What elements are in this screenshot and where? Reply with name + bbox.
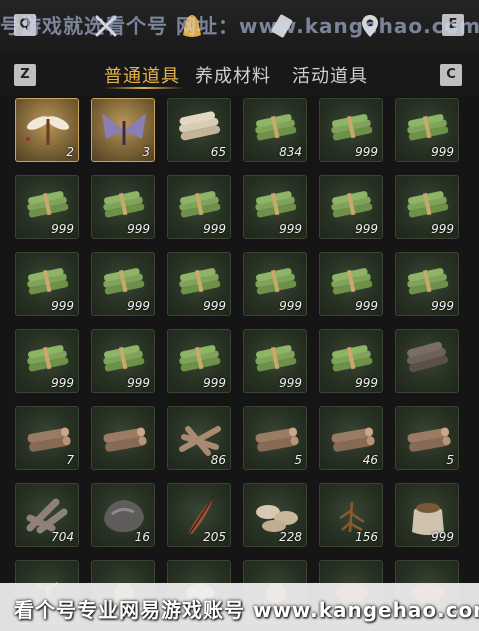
crossed-tools-icon[interactable]	[88, 8, 124, 44]
inventory-slot[interactable]: 5	[243, 406, 307, 470]
inventory-slot[interactable]: 999	[319, 98, 383, 162]
item-quantity: 86	[210, 453, 226, 467]
item-quantity: 999	[51, 376, 74, 390]
inventory-slot[interactable]: 999	[91, 175, 155, 239]
map-pin-icon[interactable]	[352, 8, 388, 44]
item-quantity: 65	[210, 145, 226, 159]
inventory-slot[interactable]: 65	[167, 98, 231, 162]
scroll-icon[interactable]	[264, 8, 300, 44]
item-quantity: 7	[66, 453, 74, 467]
item-quantity: 999	[203, 376, 226, 390]
inventory-slot[interactable]: 999	[167, 329, 231, 393]
item-quantity: 999	[355, 222, 378, 236]
tab-event-items[interactable]: 活动道具	[292, 62, 368, 88]
bag-icon[interactable]	[174, 8, 210, 44]
tab-bar: Z 普通道具 养成材料 活动道具 C	[0, 52, 479, 96]
key-e[interactable]: E	[442, 14, 464, 36]
inventory-slot[interactable]: 999	[395, 98, 459, 162]
key-c[interactable]: C	[440, 64, 462, 86]
item-quantity: 999	[127, 222, 150, 236]
inventory-slot[interactable]: 704	[15, 483, 79, 547]
key-z[interactable]: Z	[14, 64, 36, 86]
item-quantity: 999	[127, 299, 150, 313]
item-quantity: 999	[431, 222, 454, 236]
watermark-bottom: 看个号专业网易游戏账号 www.kangehao.com	[14, 598, 479, 622]
tab-common-items[interactable]: 普通道具	[104, 62, 180, 88]
item-quantity: 999	[279, 222, 302, 236]
inventory-slot[interactable]: 156	[319, 483, 383, 547]
watermark-top: 号游戏就选看个号 网址：www.kangehao.com	[0, 14, 479, 38]
inventory-slot[interactable]: 999	[395, 252, 459, 316]
item-quantity: 999	[431, 145, 454, 159]
item-quantity: 205	[203, 530, 226, 544]
item-quantity: 999	[279, 299, 302, 313]
item-quantity: 999	[355, 299, 378, 313]
inventory-slot[interactable]: 5	[395, 406, 459, 470]
item-quantity: 999	[431, 530, 454, 544]
inventory-slot[interactable]: 999	[319, 175, 383, 239]
item-quantity: 16	[134, 530, 150, 544]
inventory-slot[interactable]: 999	[319, 329, 383, 393]
inventory-slot[interactable]: 834	[243, 98, 307, 162]
item-quantity: 999	[203, 222, 226, 236]
inventory-slot[interactable]: 999	[91, 252, 155, 316]
top-bar: Q E 号游戏就选看个号 网址：www.kangehao.com	[0, 0, 479, 53]
inventory-slot[interactable]: 999	[319, 252, 383, 316]
inventory-slot[interactable]: 999	[395, 483, 459, 547]
inventory-slot[interactable]: 228	[243, 483, 307, 547]
item-quantity: 999	[279, 376, 302, 390]
key-q[interactable]: Q	[14, 14, 36, 36]
item-quantity: 999	[355, 145, 378, 159]
inventory-slot[interactable]: 205	[167, 483, 231, 547]
item-quantity: 999	[431, 299, 454, 313]
item-quantity: 228	[279, 530, 302, 544]
inventory-slot[interactable]: 999	[15, 329, 79, 393]
inventory-slot[interactable]: 999	[91, 329, 155, 393]
inventory-slot[interactable]: 46	[319, 406, 383, 470]
inventory-slot[interactable]: 16	[91, 483, 155, 547]
item-quantity: 999	[127, 376, 150, 390]
item-quantity: 3	[142, 145, 150, 159]
inventory-slot[interactable]: 999	[15, 252, 79, 316]
inventory-slot[interactable]: 999	[395, 175, 459, 239]
inventory-slot[interactable]: 999	[243, 252, 307, 316]
inventory-slot[interactable]: 999	[15, 175, 79, 239]
inventory-slot[interactable]	[91, 406, 155, 470]
inventory-slot[interactable]: 999	[243, 329, 307, 393]
item-quantity: 999	[51, 299, 74, 313]
tab-materials[interactable]: 养成材料	[195, 62, 271, 88]
inventory-slot[interactable]: 86	[167, 406, 231, 470]
item-quantity: 999	[203, 299, 226, 313]
item-quantity: 704	[51, 530, 74, 544]
inventory-slot[interactable]: 2	[15, 98, 79, 162]
item-quantity: 999	[51, 222, 74, 236]
inventory-slot[interactable]	[395, 329, 459, 393]
inventory-slot[interactable]: 7	[15, 406, 79, 470]
inventory-slot[interactable]: 999	[167, 175, 231, 239]
inventory-slot[interactable]: 999	[167, 252, 231, 316]
item-quantity: 156	[355, 530, 378, 544]
active-tab-indicator	[104, 87, 184, 89]
inventory-slot[interactable]: 999	[243, 175, 307, 239]
inventory-slot[interactable]: 3	[91, 98, 155, 162]
item-quantity: 834	[279, 145, 302, 159]
item-quantity: 2	[66, 145, 74, 159]
item-quantity: 46	[362, 453, 378, 467]
item-quantity: 5	[294, 453, 302, 467]
item-quantity: 999	[355, 376, 378, 390]
item-quantity: 5	[446, 453, 454, 467]
